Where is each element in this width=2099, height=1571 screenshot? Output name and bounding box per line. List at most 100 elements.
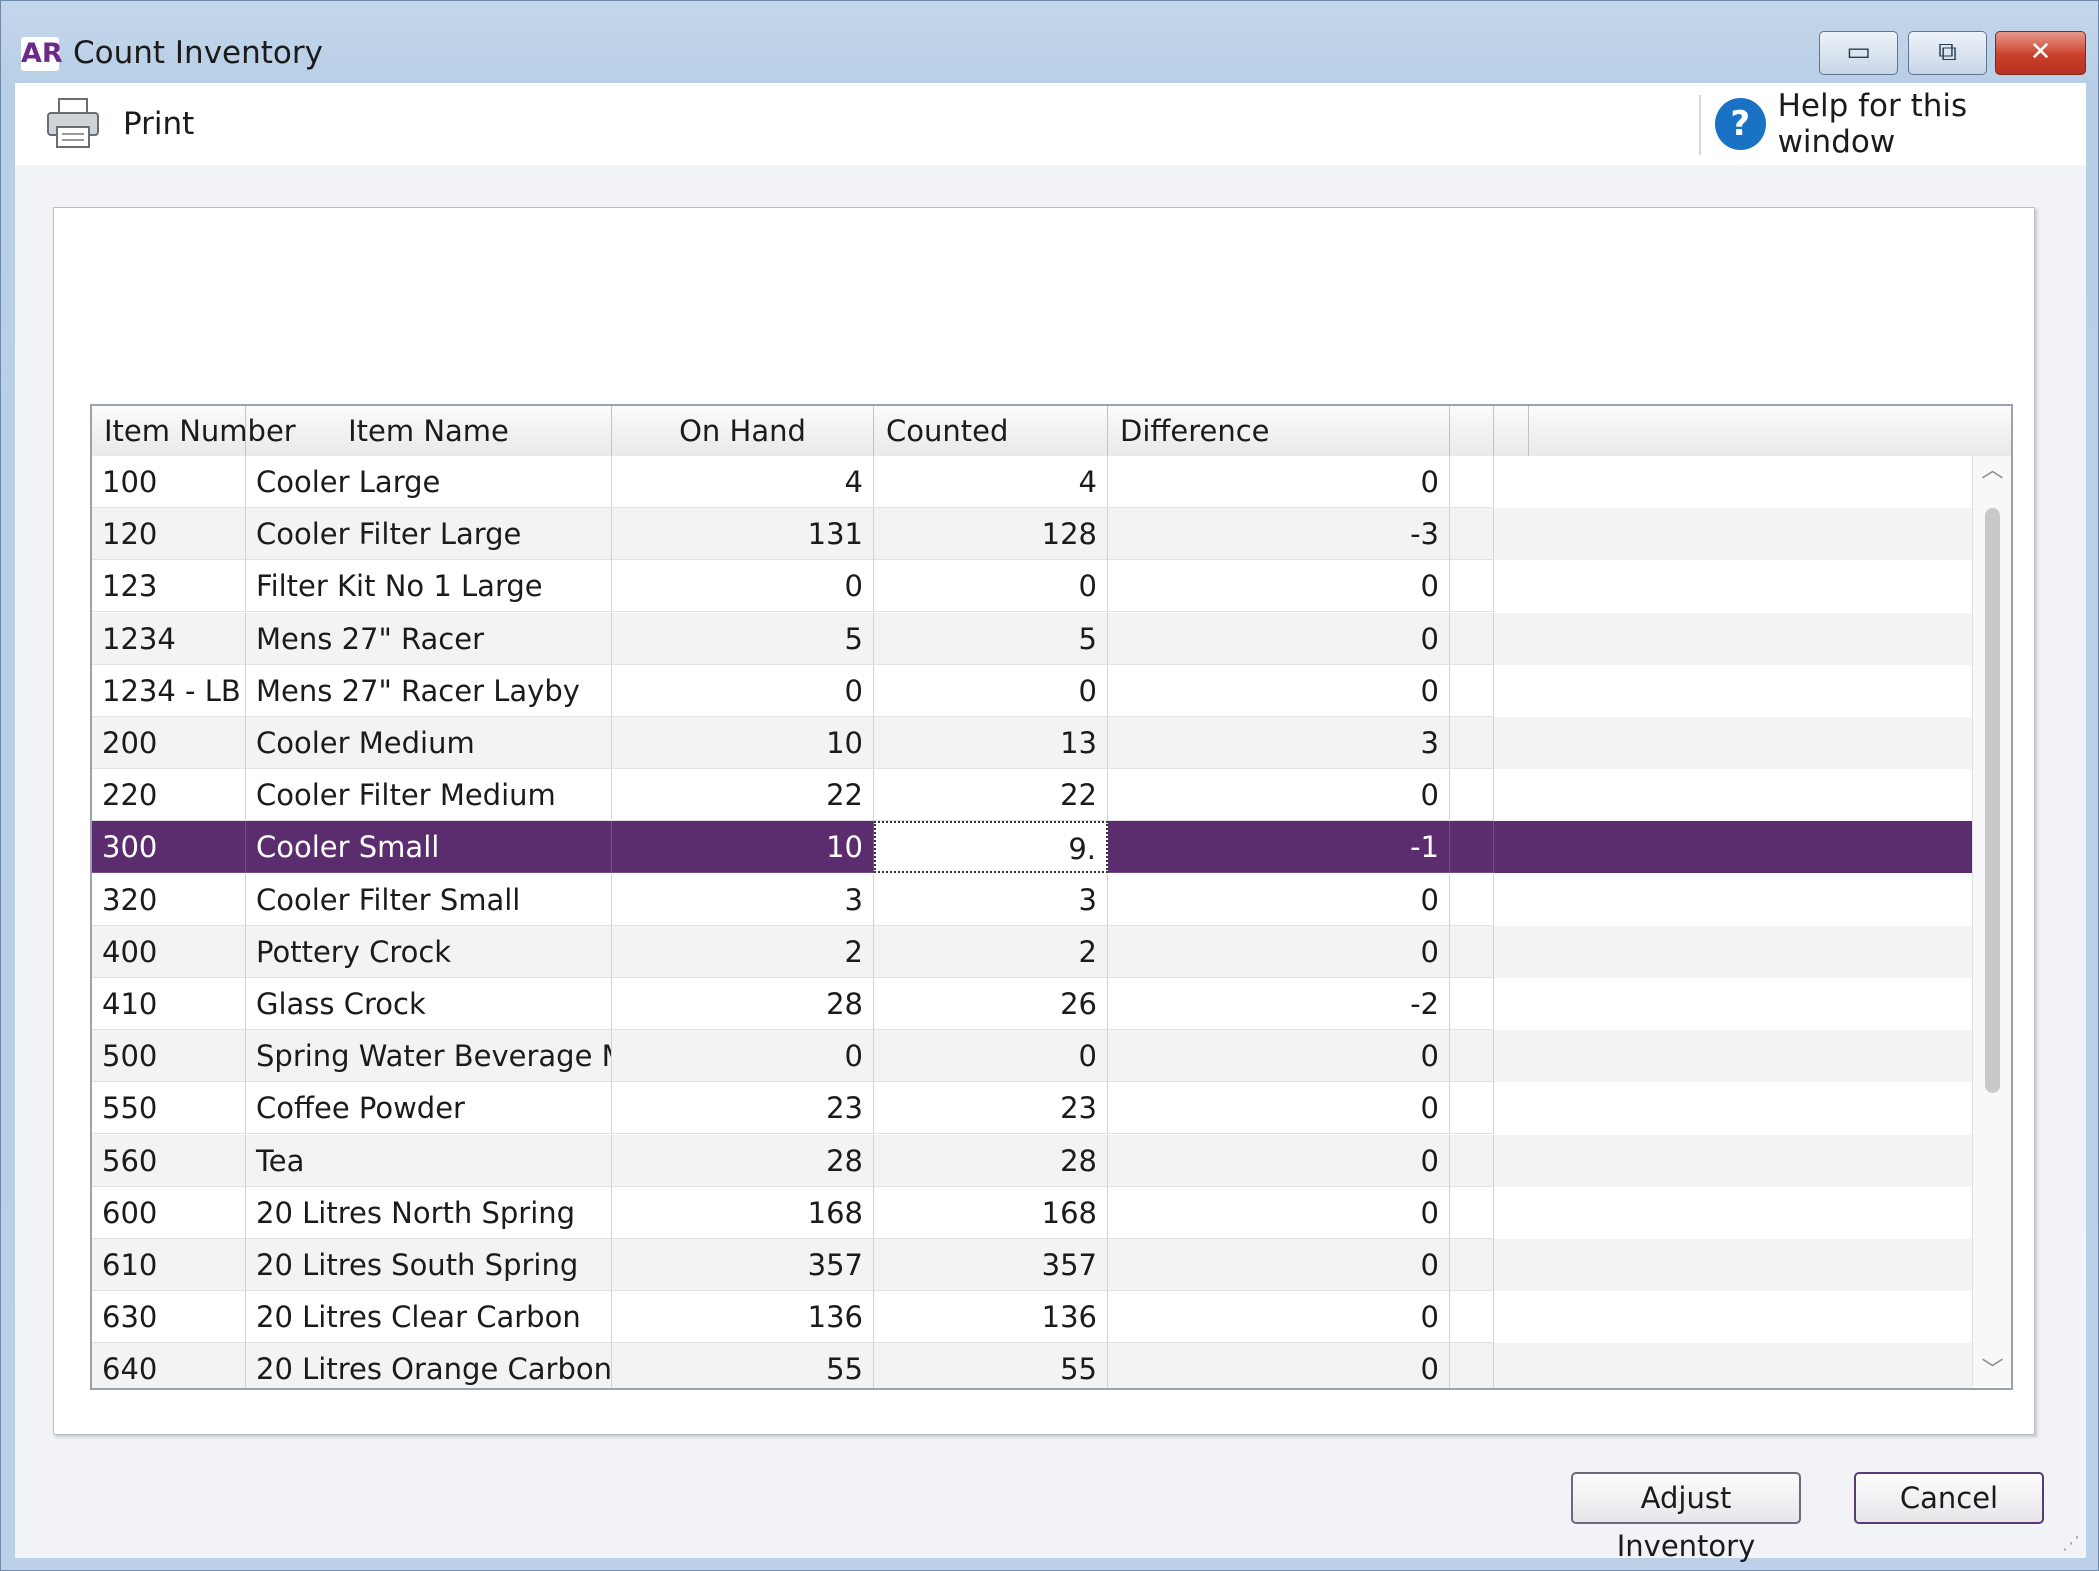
cancel-button[interactable]: Cancel: [1854, 1472, 2044, 1524]
cell-on-hand: 55: [612, 1343, 874, 1388]
cell-item-number: 120: [92, 508, 246, 561]
cell-item-number: 1234 - LB: [92, 664, 246, 717]
table-row[interactable]: 120 Cooler Filter Large 131 128 -3: [92, 508, 1972, 561]
cell-item-name: 20 Litres South Spring: [246, 1239, 612, 1291]
print-label: Print: [123, 106, 195, 142]
cell-difference: 0: [1108, 1239, 1450, 1291]
adjust-inventory-button[interactable]: Adjust Inventory: [1571, 1472, 1801, 1563]
cell-difference: 0: [1108, 1134, 1450, 1187]
cell-item-number: 400: [92, 925, 246, 978]
scrollbar-thumb[interactable]: [1985, 508, 2000, 1093]
cell-item-number: 320: [92, 873, 246, 926]
cell-blank: [1450, 717, 1494, 769]
table-row[interactable]: 320 Cooler Filter Small 3 3 0: [92, 873, 1972, 926]
column-header-difference[interactable]: Difference: [1108, 406, 1450, 456]
table-row[interactable]: 400 Pottery Crock 2 2 0: [92, 925, 1972, 978]
cell-counted[interactable]: 0: [874, 1030, 1108, 1083]
table-row[interactable]: 100 Cooler Large 4 4 0: [92, 456, 1972, 508]
cell-difference: 0: [1108, 1291, 1450, 1344]
cell-blank: [1450, 1291, 1494, 1344]
table-row[interactable]: 1234 - LB Mens 27" Racer Layby 0 0 0: [92, 664, 1972, 717]
print-button[interactable]: Print: [45, 97, 194, 151]
cell-difference: 0: [1108, 1186, 1450, 1239]
table-row[interactable]: 560 Tea 28 28 0: [92, 1134, 1972, 1187]
cell-blank: [1450, 560, 1494, 613]
scroll-down-icon[interactable]: ﹀: [1973, 1356, 2011, 1386]
table-row[interactable]: 640 20 Litres Orange Carbon 55 55 0: [92, 1343, 1972, 1388]
column-header-blank: [1450, 406, 1494, 456]
cell-counted[interactable]: 128: [874, 508, 1108, 561]
restore-button[interactable]: ⧉: [1908, 31, 1987, 75]
toolbar-divider: [1699, 95, 1701, 155]
cell-on-hand: 28: [612, 978, 874, 1030]
cell-counted[interactable]: 4: [874, 456, 1108, 508]
window-title: Count Inventory: [73, 35, 323, 71]
cell-item-name: Mens 27" Racer: [246, 612, 612, 665]
cell-on-hand: 0: [612, 1030, 874, 1083]
table-row[interactable]: 123 Filter Kit No 1 Large 0 0 0: [92, 560, 1972, 613]
cell-counted[interactable]: 55: [874, 1343, 1108, 1388]
column-header-on-hand[interactable]: On Hand: [612, 406, 874, 456]
cell-difference: 0: [1108, 769, 1450, 822]
table-row[interactable]: 200 Cooler Medium 10 13 3: [92, 717, 1972, 769]
cell-counted[interactable]: 357: [874, 1239, 1108, 1291]
cell-counted[interactable]: 9.: [874, 821, 1108, 874]
toolbar: Print ? Help for this window: [15, 83, 2086, 165]
cell-item-number: 630: [92, 1291, 246, 1344]
cell-counted[interactable]: 23: [874, 1082, 1108, 1135]
table-row[interactable]: 1234 Mens 27" Racer 5 5 0: [92, 612, 1972, 665]
table-row[interactable]: 630 20 Litres Clear Carbon 136 136 0: [92, 1291, 1972, 1344]
cell-blank: [1450, 456, 1494, 508]
cell-on-hand: 5: [612, 612, 874, 665]
content-area: Item Number Item Name On Hand Counted Di…: [15, 165, 2086, 1563]
minimize-button[interactable]: ▭: [1819, 31, 1898, 75]
cell-item-number: 560: [92, 1134, 246, 1187]
close-button[interactable]: ✕: [1995, 31, 2086, 75]
cell-item-name: Cooler Filter Medium: [246, 769, 612, 822]
column-header-counted[interactable]: Counted: [874, 406, 1108, 456]
cell-counted[interactable]: 28: [874, 1134, 1108, 1187]
column-header-item-name[interactable]: Item Name: [246, 406, 612, 456]
cell-on-hand: 0: [612, 664, 874, 717]
resize-grip-icon[interactable]: ⋰: [2062, 1533, 2080, 1554]
table-row[interactable]: 610 20 Litres South Spring 357 357 0: [92, 1239, 1972, 1291]
table-row[interactable]: 500Spring Water Beverage Maker000: [92, 1030, 1972, 1083]
table-row[interactable]: 550 Coffee Powder 23 23 0: [92, 1082, 1972, 1135]
cell-counted[interactable]: 0: [874, 560, 1108, 613]
table-row[interactable]: 410 Glass Crock 28 26 -2: [92, 978, 1972, 1030]
cell-item-name: Cooler Small: [246, 821, 612, 874]
cell-on-hand: 357: [612, 1239, 874, 1291]
cell-counted[interactable]: 26: [874, 978, 1108, 1030]
cell-counted[interactable]: 13: [874, 717, 1108, 769]
cell-counted[interactable]: 136: [874, 1291, 1108, 1344]
vertical-scrollbar[interactable]: ︿ ﹀: [1972, 456, 2011, 1386]
cell-counted[interactable]: 22: [874, 769, 1108, 822]
cell-difference: 0: [1108, 1082, 1450, 1135]
cell-blank: [1450, 1134, 1494, 1187]
table-row-selected[interactable]: 300 Cooler Small 10 9. -1: [92, 821, 1972, 874]
cell-item-name: Cooler Filter Small: [246, 873, 612, 926]
cell-counted[interactable]: 2: [874, 925, 1108, 978]
cell-difference: -1: [1108, 821, 1450, 874]
title-bar[interactable]: AR Count Inventory ▭ ⧉ ✕: [1, 1, 2098, 83]
cell-on-hand: 10: [612, 717, 874, 769]
app-logo-icon: AR: [21, 37, 63, 71]
cell-blank: [1450, 769, 1494, 822]
cell-counted[interactable]: 5: [874, 612, 1108, 665]
cell-counted[interactable]: 168: [874, 1186, 1108, 1239]
cell-blank: [1450, 1343, 1494, 1388]
column-header-item-number[interactable]: Item Number: [92, 406, 296, 456]
column-header-corner: [1494, 406, 1529, 456]
cell-counted[interactable]: 0: [874, 664, 1108, 717]
table-row[interactable]: 220 Cooler Filter Medium 22 22 0: [92, 769, 1972, 822]
scroll-up-icon[interactable]: ︿: [1973, 456, 2011, 486]
inventory-table: Item Number Item Name On Hand Counted Di…: [90, 404, 2013, 1390]
table-row[interactable]: 600 20 Litres North Spring 168 168 0: [92, 1186, 1972, 1239]
help-icon: ?: [1715, 98, 1766, 150]
cell-item-name: Glass Crock: [246, 978, 612, 1030]
cell-item-name: 20 Litres North Spring: [246, 1186, 612, 1239]
help-button[interactable]: ? Help for this window: [1715, 88, 2086, 160]
cell-item-name: Tea: [246, 1134, 612, 1187]
count-inventory-window: AR Count Inventory ▭ ⧉ ✕ Print ? Help fo…: [0, 0, 2099, 1571]
cell-counted[interactable]: 3: [874, 873, 1108, 926]
